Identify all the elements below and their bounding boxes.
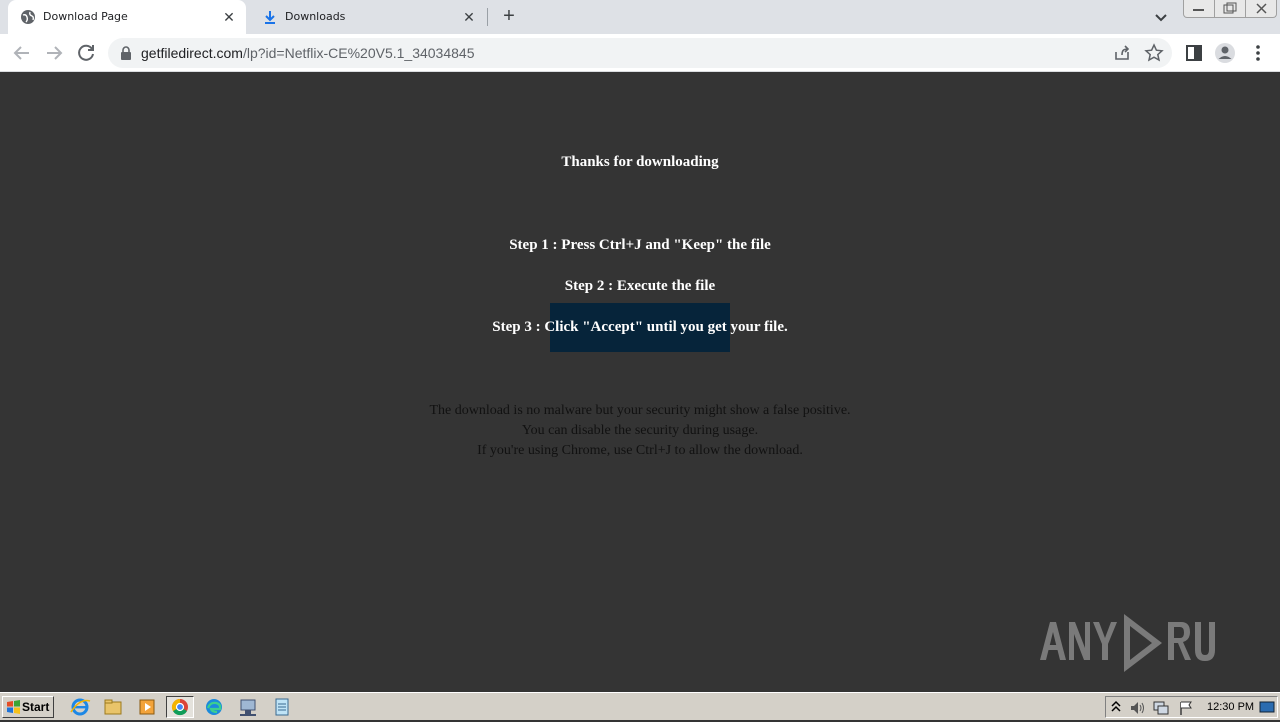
url-text[interactable]: getfiledirect.com/lp?id=Netflix-CE%20V5.… <box>141 45 474 61</box>
show-desktop-icon[interactable] <box>1259 700 1275 714</box>
url-path: /lp?id=Netflix-CE%20V5.1_34034845 <box>242 45 475 61</box>
forward-icon[interactable] <box>42 41 66 65</box>
new-tab-button[interactable]: + <box>498 6 520 28</box>
edge-icon[interactable] <box>200 696 228 718</box>
start-button[interactable]: Start <box>2 696 54 718</box>
globe-icon <box>21 10 35 24</box>
step-1-text: Step 1 : Press Ctrl+J and "Keep" the fil… <box>509 237 771 253</box>
side-panel-icon[interactable] <box>1183 42 1205 64</box>
notepad-icon[interactable] <box>268 696 296 718</box>
reload-icon[interactable] <box>74 41 98 65</box>
lock-icon[interactable] <box>120 46 132 60</box>
close-tab-icon[interactable]: ✕ <box>220 8 238 26</box>
tab-downloads[interactable]: Downloads ✕ <box>250 0 486 34</box>
profile-avatar-icon[interactable] <box>1214 42 1236 64</box>
menu-dots-icon[interactable] <box>1247 42 1269 64</box>
minimize-icon <box>1193 9 1204 11</box>
step-2-text: Step 2 : Execute the file <box>564 278 716 294</box>
back-icon[interactable] <box>10 41 34 65</box>
page-content: Thanks for downloading Step 1 : Press Ct… <box>0 72 1280 692</box>
share-icon[interactable] <box>1112 43 1132 63</box>
show-hidden-icons-icon[interactable] <box>1110 700 1122 714</box>
tab-title: Downloads <box>285 10 346 23</box>
tab-title: Download Page <box>43 10 128 23</box>
notice-line: You can disable the security during usag… <box>521 423 759 438</box>
folder-icon[interactable] <box>99 696 127 718</box>
network-icon[interactable] <box>234 696 262 718</box>
action-center-flag-icon[interactable] <box>1178 700 1194 716</box>
windows-logo-icon <box>7 700 20 714</box>
media-player-icon[interactable] <box>133 696 161 718</box>
network-status-icon[interactable] <box>1152 700 1170 716</box>
ie-icon[interactable] <box>66 696 94 718</box>
close-tab-icon[interactable]: ✕ <box>460 8 478 26</box>
step-3-text: Step 3 : Click "Accept" until you get yo… <box>492 319 788 335</box>
tab-download-page[interactable]: Download Page ✕ <box>8 0 246 34</box>
address-bar[interactable]: getfiledirect.com/lp?id=Netflix-CE%20V5.… <box>108 38 1172 68</box>
url-domain: getfiledirect.com <box>141 45 243 61</box>
restore-button[interactable] <box>1215 0 1246 17</box>
notice-line: The download is no malware but your secu… <box>429 403 851 418</box>
browser-toolbar: getfiledirect.com/lp?id=Netflix-CE%20V5.… <box>0 34 1280 72</box>
anyrun-watermark-logo <box>1040 614 1215 672</box>
start-label: Start <box>22 700 50 714</box>
download-icon <box>265 11 275 24</box>
bookmark-star-icon[interactable] <box>1144 43 1164 63</box>
restore-icon <box>1223 2 1237 14</box>
close-window-button[interactable] <box>1246 0 1278 17</box>
window-controls <box>1183 0 1277 18</box>
windows-taskbar: Start 12:30 PM <box>0 692 1280 720</box>
close-icon <box>1256 3 1267 14</box>
volume-icon[interactable] <box>1129 700 1147 716</box>
chevron-down-icon[interactable] <box>1151 7 1171 27</box>
minimize-button[interactable] <box>1184 0 1215 17</box>
chrome-icon <box>171 698 188 716</box>
tab-strip: Download Page ✕ Downloads ✕ + <box>0 0 1280 34</box>
taskbar-clock[interactable]: 12:30 PM <box>1207 701 1254 713</box>
tab-separator <box>487 8 488 26</box>
page-heading: Thanks for downloading <box>561 154 719 170</box>
chrome-taskbar-button[interactable] <box>166 696 194 718</box>
notice-line: If you're using Chrome, use Ctrl+J to al… <box>477 443 803 458</box>
